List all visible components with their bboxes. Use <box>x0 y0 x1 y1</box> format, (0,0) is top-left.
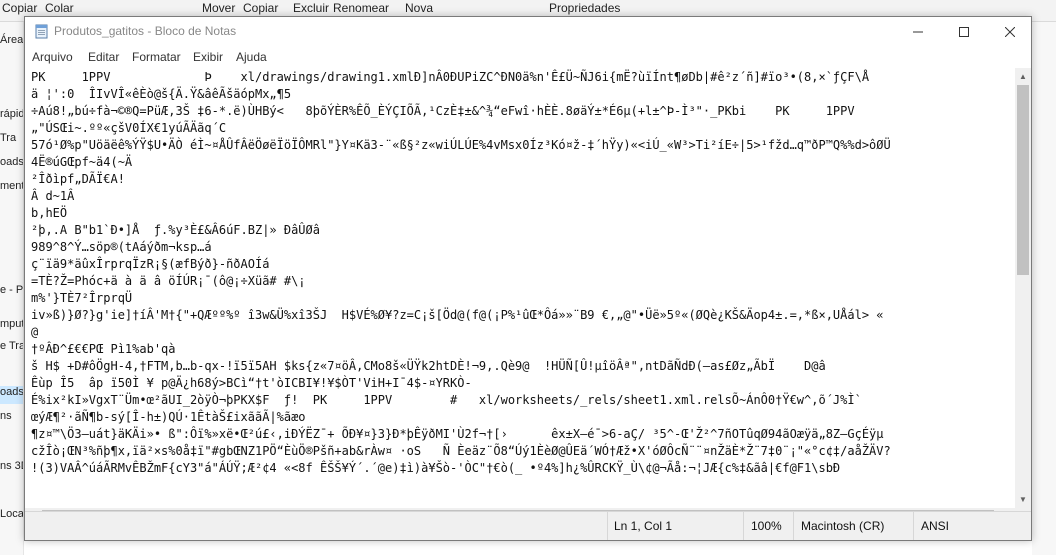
nav-item[interactable]: Tra <box>0 132 16 144</box>
scroll-up-icon[interactable]: ▲ <box>1015 68 1031 85</box>
vertical-scroll-thumb[interactable] <box>1017 85 1029 275</box>
text-line: =TÈ?Ž=Phóc+ä à ä â öÍÚR¡¯(ô@¡÷Xüã# #\… <box>31 273 1013 290</box>
nav-item[interactable]: Local <box>0 508 24 520</box>
explorer-copy-label[interactable]: Copiar <box>2 1 37 15</box>
text-line: †ºÂÐ^£€€PŒ Pì1%ab'qà <box>31 341 1013 358</box>
text-line: PK   1PPV Þ xl/drawings/drawing1.xml… <box>31 69 1013 86</box>
status-divider <box>743 512 744 541</box>
nav-item-selected[interactable]: oads <box>0 386 24 404</box>
text-line: 4Ë®úGŒpf~ä4(~Ä <box>31 154 1013 171</box>
menu-file[interactable]: Arquivo <box>32 50 73 64</box>
nav-item[interactable]: ns 3D <box>0 460 24 472</box>
minimize-button[interactable] <box>895 17 941 46</box>
menu-edit[interactable]: Editar <box>88 50 119 64</box>
text-line: „"ÚSŒi~.ºº«çšV0ÍX€1yúÃÄãq´C <box>31 120 1013 137</box>
text-line: É%ix²kI»VgxT¨Üm•œ²ãUI_2òÿÒ¬þPKX$F … <box>31 392 1013 409</box>
close-button[interactable] <box>987 17 1032 46</box>
explorer-nav-pane: Área rápid Tra oads ment e - P mput e Tr… <box>0 22 24 555</box>
text-line: ²Îðìpf„DÃÏ€A! <box>31 171 1013 188</box>
text-line: ²þ,.A B"b1`Ð•]Å ƒ.%y³È£&Â6úF.BZ|… <box>31 222 1013 239</box>
text-line: ¶z¤™\Ö3–uát}äKÄi»• ß":Ôï%»xë•Œ²ú£‹,iÐ… <box>31 426 1013 443</box>
menu-format[interactable]: Formatar <box>132 50 181 64</box>
text-line: 989^8^Ý…söp®(tAáýðm¬ksp…á <box>31 239 1013 256</box>
text-line: ä ¦':0 ÎIvVÎ«êÈò@š{Ä.Ÿ&âêÃšäópMx„¶5 <box>31 86 1013 103</box>
line-ending: Macintosh (CR) <box>801 519 884 533</box>
status-divider <box>793 512 794 541</box>
text-line: ÷Aú8!„bú÷fà¬©®Q=PüÆ,3Š ‡6-*.ë)ÙHBý< 8… <box>31 103 1013 120</box>
text-line: š H$ +D#ôÖgH-4,†FTM,b…b-qx-!ï5ï5A… <box>31 358 1013 375</box>
nav-item[interactable]: ns <box>0 410 12 422</box>
notepad-icon <box>34 24 49 39</box>
nav-item[interactable]: e - P <box>0 284 23 296</box>
text-line: 57ó¹Ø%p"Uöäëê%ÝŸ$U•ÄÒ éÌ~¤ÅÛfÂëÖøëÏöÏÔ… <box>31 137 1013 154</box>
explorer-move-label[interactable]: Mover <box>202 1 235 15</box>
text-line: iv»ß)}Ø?}g'ie]†íÂ'M†{"+QÆºº%º î3w&Ü%xî3… <box>31 307 1013 324</box>
nav-item[interactable]: oads <box>0 156 24 168</box>
close-icon <box>1005 27 1015 37</box>
text-editor[interactable]: PK   1PPV Þ xl/drawings/drawing1.xml… <box>25 68 1015 508</box>
explorer-properties-label[interactable]: Propriedades <box>549 1 620 15</box>
cursor-position: Ln 1, Col 1 <box>614 519 672 533</box>
text-line: œýÆ¶²·ãÑ¶b-sý[Î-h±)QÚ·1ÊtàŠ£ixããÃ|%… <box>31 409 1013 426</box>
status-divider <box>607 512 608 541</box>
text-line: b,hEÖ <box>31 205 1013 222</box>
menu-bar: Arquivo Editar Formatar Exibir Ajuda <box>25 46 1031 68</box>
maximize-icon <box>959 27 969 37</box>
encoding: ANSI <box>921 519 949 533</box>
text-line: cžÎò¡ŒN³%ñþ¶x,ïä²×s%0å‡ï"#gbŒNZ1PÖ“ÈùÖ®P… <box>31 443 1013 460</box>
status-bar: Ln 1, Col 1 100% Macintosh (CR) ANSI <box>25 511 1031 540</box>
menu-view[interactable]: Exibir <box>193 50 223 64</box>
maximize-button[interactable] <box>941 17 987 46</box>
title-bar[interactable]: Produtos_gatitos - Bloco de Notas <box>25 17 1031 46</box>
text-line: m%'}TÈ7²Î rprqÜ <box>31 290 1013 307</box>
nav-item[interactable]: rápid <box>0 108 24 120</box>
text-line: @ <box>31 324 1013 341</box>
explorer-rename-label[interactable]: Renomear <box>333 1 389 15</box>
text-line: Â d~1Â <box>31 188 1013 205</box>
explorer-paste-label[interactable]: Colar <box>45 1 74 15</box>
explorer-right-edge <box>1032 22 1056 555</box>
explorer-new-label[interactable]: Nova <box>405 1 433 15</box>
text-line: ç¨ïä9*äûxÎ rprqÏzR¡§(æfBýð}-ñðA… <box>31 256 1013 273</box>
zoom-level: 100% <box>751 519 782 533</box>
nav-item[interactable]: ment <box>0 180 24 192</box>
status-divider <box>913 512 914 541</box>
scroll-down-icon[interactable]: ▼ <box>1015 491 1031 508</box>
vertical-scrollbar[interactable]: ▲ ▼ <box>1015 68 1031 508</box>
nav-item[interactable]: e Tra <box>0 340 24 352</box>
window-title: Produtos_gatitos - Bloco de Notas <box>54 24 236 38</box>
minimize-icon <box>913 27 923 37</box>
nav-item[interactable]: mput <box>0 318 24 330</box>
nav-item[interactable]: Área <box>0 34 23 46</box>
text-line: Êùp Î5  âp ï50Ì ¥ p@Ä¿h68ý>B… <box>31 375 1013 392</box>
menu-help[interactable]: Ajuda <box>236 50 267 64</box>
text-line: !(3)VAÂ^úáÃRMvÊBŽmF{cY3"á"ÁÚŸ;Æ²¢4 «<… <box>31 460 1013 477</box>
notepad-window: Produtos_gatitos - Bloco de Notas Arquiv… <box>24 16 1032 541</box>
explorer-bottom-edge <box>24 541 1032 555</box>
explorer-delete-label[interactable]: Excluir <box>293 1 329 15</box>
explorer-copy-to-label[interactable]: Copiar <box>243 1 278 15</box>
